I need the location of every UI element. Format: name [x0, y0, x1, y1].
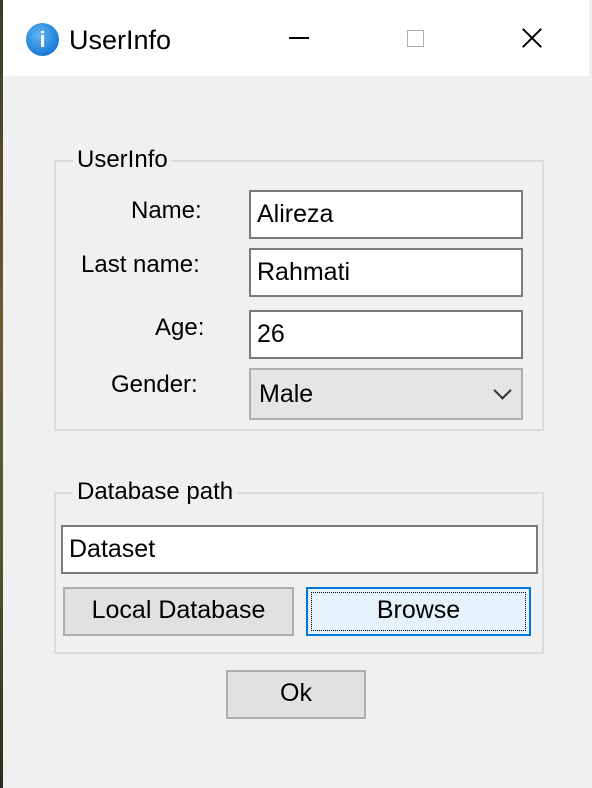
age-label: Age:	[155, 314, 205, 341]
local-database-button[interactable]: Local Database	[63, 587, 294, 636]
close-icon	[521, 27, 543, 49]
last-name-field[interactable]: Rahmati	[249, 248, 523, 297]
database-path-field[interactable]: Dataset	[61, 525, 538, 574]
close-button[interactable]	[502, 14, 562, 62]
userinfo-window: i UserInfo UserInfo Name: Alireza Last n…	[3, 0, 589, 788]
gender-select-value: Male	[259, 380, 314, 408]
last-name-label: Last name:	[81, 251, 200, 278]
title-bar[interactable]: i UserInfo	[3, 0, 589, 76]
chevron-down-icon	[493, 381, 512, 400]
maximize-button[interactable]	[385, 14, 445, 62]
ok-button[interactable]: Ok	[226, 670, 366, 719]
database-path-group-legend: Database path	[73, 477, 238, 507]
browse-button[interactable]: Browse	[306, 587, 531, 636]
window-title: UserInfo	[69, 25, 172, 55]
info-icon: i	[26, 23, 59, 56]
minimize-icon	[289, 37, 309, 39]
maximize-icon	[406, 29, 424, 47]
minimize-button[interactable]	[269, 14, 329, 62]
name-label: Name:	[131, 197, 202, 224]
userinfo-group-legend: UserInfo	[73, 145, 172, 175]
gender-label: Gender:	[111, 371, 198, 398]
age-field[interactable]: 26	[249, 310, 523, 359]
name-field[interactable]: Alireza	[249, 190, 523, 239]
gender-select[interactable]: Male	[249, 368, 523, 420]
focus-ring	[311, 592, 526, 631]
